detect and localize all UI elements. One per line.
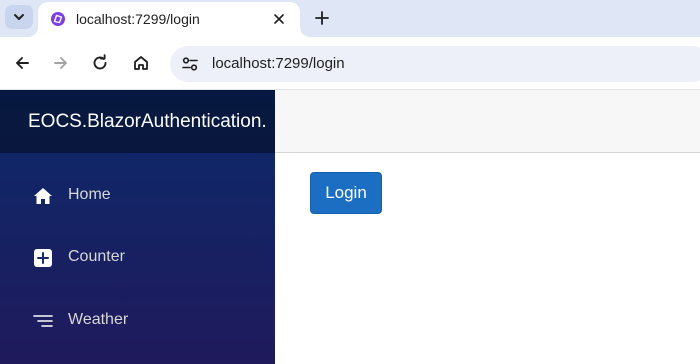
tab-title: localhost:7299/login (76, 11, 200, 27)
reload-button[interactable] (87, 50, 113, 76)
arrow-right-icon (54, 57, 67, 69)
nav-label-counter: Counter (68, 248, 125, 265)
home-icon (32, 185, 54, 207)
brand-bar: EOCS.BlazorAuthentication. (0, 90, 275, 153)
app-brand-link[interactable]: EOCS.BlazorAuthentication. (28, 111, 267, 133)
plus-icon (315, 11, 329, 25)
nav-label-weather: Weather (68, 311, 129, 328)
nav-label-home: Home (68, 186, 111, 203)
nav-item-weather[interactable]: Weather (0, 296, 275, 346)
tab-search-button[interactable] (5, 5, 33, 29)
chevron-down-icon (14, 14, 24, 20)
reload-icon (93, 54, 107, 70)
top-row (275, 90, 700, 153)
new-tab-button[interactable] (310, 6, 334, 30)
main-content: Login (275, 90, 700, 364)
login-button[interactable]: Login (310, 172, 382, 214)
url-text[interactable]: localhost:7299/login (212, 55, 345, 72)
browser-toolbar: localhost:7299/login (0, 37, 700, 90)
close-icon (274, 14, 284, 24)
app-root: EOCS.BlazorAuthentication. Home Counter … (0, 90, 700, 364)
forward-button[interactable] (48, 50, 74, 76)
arrow-left-icon (16, 57, 29, 69)
plus-square-icon (32, 247, 54, 269)
list-icon (32, 310, 54, 332)
home-button[interactable] (128, 50, 154, 76)
tab-strip: localhost:7299/login (0, 0, 700, 37)
site-info-button[interactable] (178, 52, 202, 76)
house-outline-icon (134, 56, 148, 70)
address-bar[interactable]: localhost:7299/login (170, 46, 700, 82)
close-tab-button[interactable] (270, 10, 288, 28)
blazor-favicon-icon (51, 12, 65, 26)
browser-tab[interactable]: localhost:7299/login (38, 2, 300, 37)
sidebar: EOCS.BlazorAuthentication. Home Counter … (0, 90, 275, 364)
nav-item-home[interactable]: Home (0, 171, 275, 221)
back-button[interactable] (9, 50, 35, 76)
nav-item-counter[interactable]: Counter (0, 233, 275, 283)
tune-icon (182, 57, 198, 71)
